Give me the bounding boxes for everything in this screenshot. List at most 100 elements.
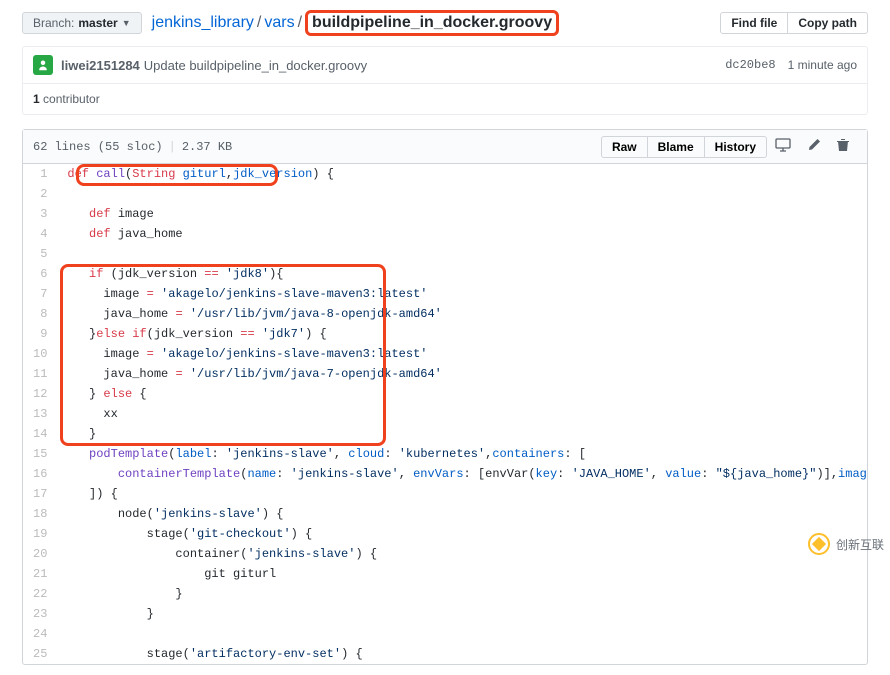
line-number[interactable]: 12 [23, 384, 57, 404]
divider: | [169, 140, 176, 154]
file-toolbar: Raw Blame History [601, 135, 857, 158]
code-line[interactable]: 10 image = 'akagelo/jenkins-slave-maven3… [23, 344, 867, 364]
line-content[interactable]: ]) { [57, 484, 867, 504]
contributor-count: 1 [33, 92, 40, 106]
line-number[interactable]: 19 [23, 524, 57, 544]
line-content[interactable]: } [57, 584, 867, 604]
line-content[interactable]: xx [57, 404, 867, 424]
line-content[interactable]: }else if(jdk_version == 'jdk7') { [57, 324, 867, 344]
line-content[interactable]: } [57, 604, 867, 624]
line-number[interactable]: 25 [23, 644, 57, 664]
code-line[interactable]: 2 [23, 184, 867, 204]
code-line[interactable]: 3 def image [23, 204, 867, 224]
code-line[interactable]: 9 }else if(jdk_version == 'jdk7') { [23, 324, 867, 344]
code-line[interactable]: 18 node('jenkins-slave') { [23, 504, 867, 524]
line-content[interactable]: image = 'akagelo/jenkins-slave-maven3:la… [57, 344, 867, 364]
code-line[interactable]: 25 stage('artifactory-env-set') { [23, 644, 867, 664]
copy-path-button[interactable]: Copy path [787, 12, 868, 34]
trash-icon[interactable] [829, 135, 857, 158]
line-number[interactable]: 10 [23, 344, 57, 364]
line-content[interactable] [57, 244, 867, 264]
line-content[interactable]: podTemplate(label: 'jenkins-slave', clou… [57, 444, 867, 464]
history-button[interactable]: History [704, 136, 767, 158]
line-content[interactable] [57, 184, 867, 204]
line-content[interactable]: def image [57, 204, 867, 224]
branch-selector[interactable]: Branch: master ▼ [22, 12, 142, 34]
line-number[interactable]: 21 [23, 564, 57, 584]
line-number[interactable]: 13 [23, 404, 57, 424]
breadcrumb-dir[interactable]: vars [264, 14, 294, 32]
line-content[interactable]: stage('git-checkout') { [57, 524, 867, 544]
code-line[interactable]: 21 git giturl [23, 564, 867, 584]
line-content[interactable]: } else { [57, 384, 867, 404]
line-number[interactable]: 16 [23, 464, 57, 484]
highlight-filename: buildpipeline_in_docker.groovy [305, 10, 559, 36]
code-line[interactable]: 22 } [23, 584, 867, 604]
code-line[interactable]: 24 [23, 624, 867, 644]
file-actions-group: Find file Copy path [720, 12, 868, 34]
code-line[interactable]: 20 container('jenkins-slave') { [23, 544, 867, 564]
code-line[interactable]: 23 } [23, 604, 867, 624]
desktop-icon[interactable] [767, 135, 799, 158]
line-number[interactable]: 4 [23, 224, 57, 244]
line-number[interactable]: 20 [23, 544, 57, 564]
breadcrumb-root[interactable]: jenkins_library [152, 14, 254, 32]
code-table[interactable]: 1def call(String giturl,jdk_version) {23… [23, 164, 867, 664]
code-line[interactable]: 12 } else { [23, 384, 867, 404]
commit-sha[interactable]: dc20be8 [725, 58, 775, 72]
line-number[interactable]: 8 [23, 304, 57, 324]
line-content[interactable]: container('jenkins-slave') { [57, 544, 867, 564]
contributor-label: contributor [43, 92, 100, 106]
line-number[interactable]: 1 [23, 164, 57, 184]
line-number[interactable]: 5 [23, 244, 57, 264]
caret-down-icon: ▼ [122, 18, 131, 28]
code-line[interactable]: 11 java_home = '/usr/lib/jvm/java-7-open… [23, 364, 867, 384]
line-content[interactable]: def call(String giturl,jdk_version) { [57, 164, 867, 184]
line-content[interactable]: } [57, 424, 867, 444]
line-content[interactable]: java_home = '/usr/lib/jvm/java-8-openjdk… [57, 304, 867, 324]
line-content[interactable] [57, 624, 867, 644]
commit-row: liwei2151284 Update buildpipeline_in_doc… [23, 47, 867, 83]
commit-author[interactable]: liwei2151284 [61, 58, 140, 73]
line-content[interactable]: stage('artifactory-env-set') { [57, 644, 867, 664]
code-line[interactable]: 17 ]) { [23, 484, 867, 504]
contributors-row[interactable]: 1 contributor [23, 83, 867, 114]
blame-button[interactable]: Blame [647, 136, 705, 158]
line-number[interactable]: 11 [23, 364, 57, 384]
line-number[interactable]: 6 [23, 264, 57, 284]
line-number[interactable]: 2 [23, 184, 57, 204]
line-content[interactable]: containerTemplate(name: 'jenkins-slave',… [57, 464, 867, 484]
code-line[interactable]: 5 [23, 244, 867, 264]
code-line[interactable]: 13 xx [23, 404, 867, 424]
line-number[interactable]: 22 [23, 584, 57, 604]
line-content[interactable]: if (jdk_version == 'jdk8'){ [57, 264, 867, 284]
line-number[interactable]: 7 [23, 284, 57, 304]
line-content[interactable]: node('jenkins-slave') { [57, 504, 867, 524]
code-line[interactable]: 4 def java_home [23, 224, 867, 244]
code-line[interactable]: 19 stage('git-checkout') { [23, 524, 867, 544]
find-file-button[interactable]: Find file [720, 12, 788, 34]
line-content[interactable]: java_home = '/usr/lib/jvm/java-7-openjdk… [57, 364, 867, 384]
line-content[interactable]: def java_home [57, 224, 867, 244]
code-line[interactable]: 1def call(String giturl,jdk_version) { [23, 164, 867, 184]
code-line[interactable]: 14 } [23, 424, 867, 444]
line-number[interactable]: 24 [23, 624, 57, 644]
raw-button[interactable]: Raw [601, 136, 648, 158]
code-line[interactable]: 8 java_home = '/usr/lib/jvm/java-8-openj… [23, 304, 867, 324]
commit-message[interactable]: Update buildpipeline_in_docker.groovy [144, 58, 367, 73]
line-number[interactable]: 17 [23, 484, 57, 504]
code-line[interactable]: 15 podTemplate(label: 'jenkins-slave', c… [23, 444, 867, 464]
line-content[interactable]: git giturl [57, 564, 867, 584]
pencil-icon[interactable] [799, 135, 829, 158]
line-number[interactable]: 15 [23, 444, 57, 464]
code-line[interactable]: 6 if (jdk_version == 'jdk8'){ [23, 264, 867, 284]
line-number[interactable]: 9 [23, 324, 57, 344]
code-line[interactable]: 7 image = 'akagelo/jenkins-slave-maven3:… [23, 284, 867, 304]
line-number[interactable]: 18 [23, 504, 57, 524]
line-content[interactable]: image = 'akagelo/jenkins-slave-maven3:la… [57, 284, 867, 304]
line-number[interactable]: 23 [23, 604, 57, 624]
line-number[interactable]: 14 [23, 424, 57, 444]
code-line[interactable]: 16 containerTemplate(name: 'jenkins-slav… [23, 464, 867, 484]
branch-name: master [78, 16, 117, 30]
line-number[interactable]: 3 [23, 204, 57, 224]
